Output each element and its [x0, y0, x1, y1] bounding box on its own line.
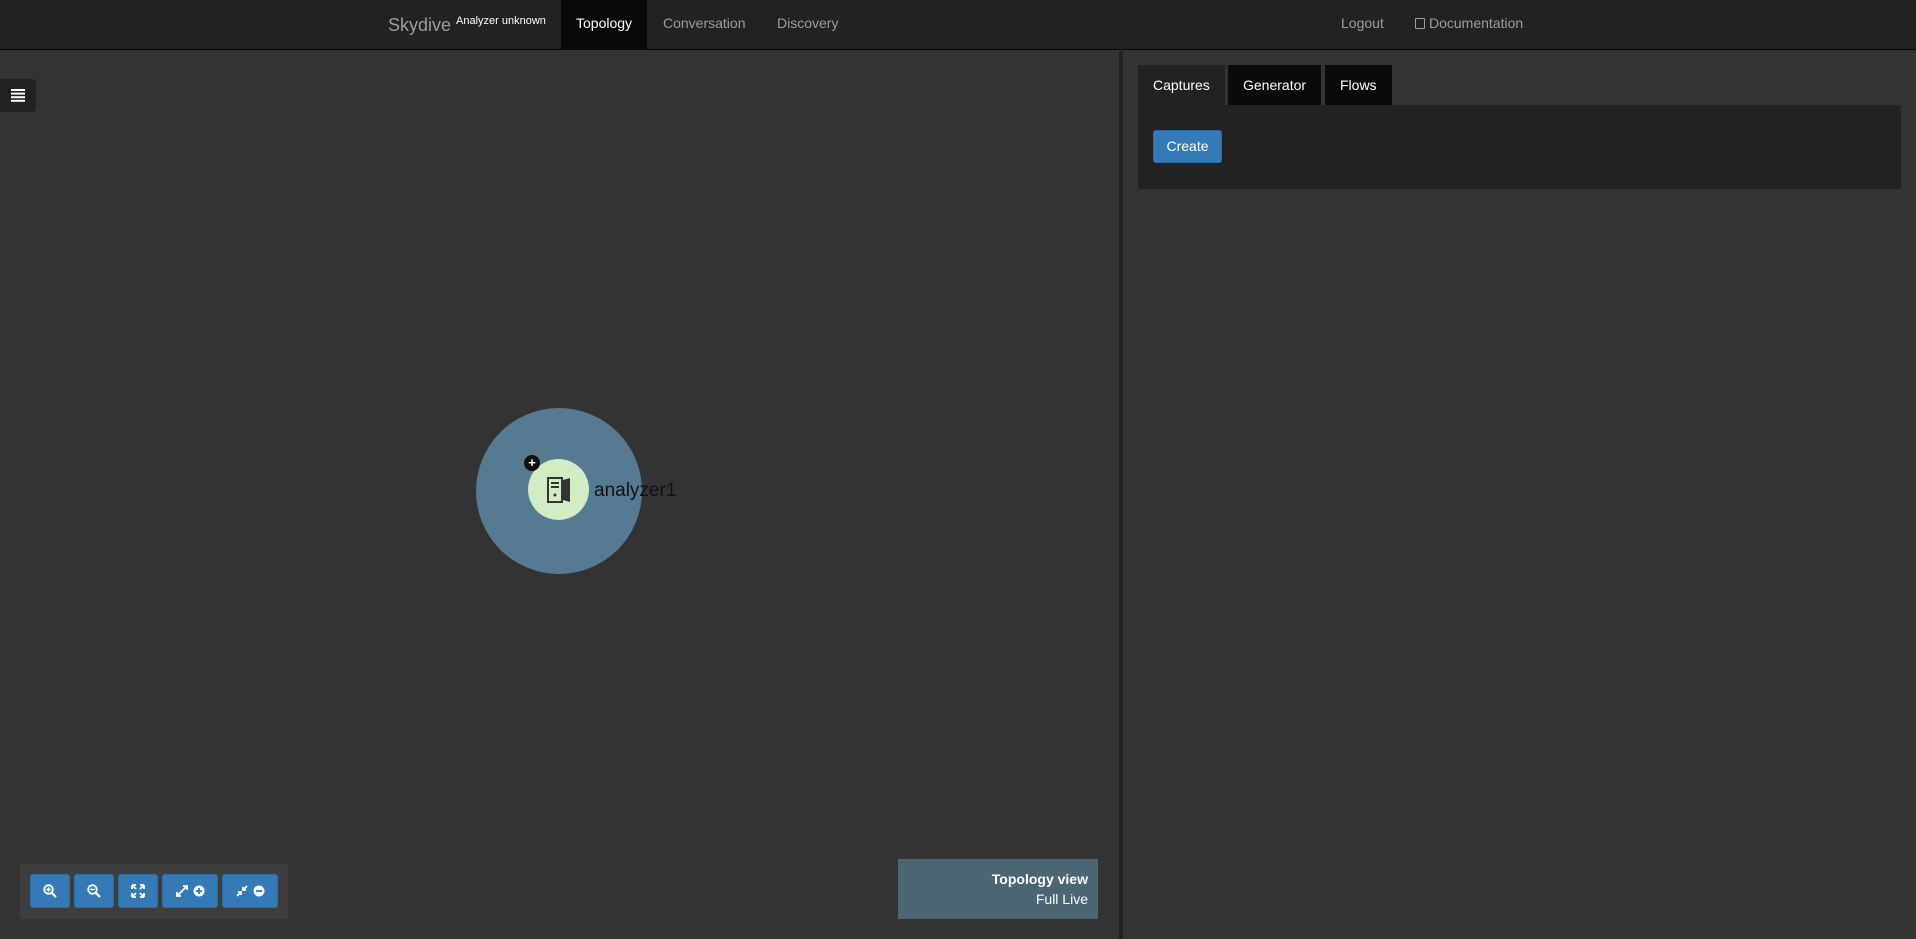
zoom-out-icon — [87, 884, 101, 898]
documentation-link[interactable]: Documentation — [1400, 0, 1538, 50]
brand-name: Skydive — [388, 14, 452, 35]
view-title: Topology view — [991, 871, 1088, 887]
minus-circle-icon — [253, 885, 265, 897]
expand-all-button[interactable] — [162, 874, 218, 908]
plus-circle-icon — [193, 885, 205, 897]
brand[interactable]: Skydive Analyzer unknown — [388, 0, 546, 50]
tab-flows[interactable]: Flows — [1325, 65, 1392, 105]
server-icon — [546, 476, 570, 503]
create-capture-button[interactable]: Create — [1153, 130, 1222, 163]
topology-view-info: Topology view Full Live — [898, 859, 1098, 919]
zoom-out-button[interactable] — [74, 874, 114, 908]
brand-subtitle: Analyzer unknown — [456, 15, 546, 27]
nav-conversation[interactable]: Conversation — [648, 0, 761, 50]
list-icon — [11, 89, 25, 102]
tab-captures[interactable]: Captures — [1138, 65, 1225, 105]
fullscreen-icon — [131, 884, 145, 898]
expand-arrows-icon — [176, 885, 188, 897]
topology-toolbar — [20, 864, 288, 919]
nav-topology[interactable]: Topology — [561, 0, 648, 50]
nav-discovery[interactable]: Discovery — [762, 0, 853, 50]
zoom-fit-button[interactable] — [118, 874, 158, 908]
menu-toggle-button[interactable] — [0, 79, 36, 112]
expand-node-icon[interactable]: + — [524, 455, 540, 471]
logout-link[interactable]: Logout — [1326, 0, 1399, 50]
captures-panel — [1138, 105, 1901, 189]
book-icon — [1415, 18, 1425, 29]
zoom-in-icon — [43, 884, 57, 898]
tab-generator[interactable]: Generator — [1228, 65, 1322, 105]
collapse-all-button[interactable] — [222, 874, 278, 908]
node-label: analyzer1 — [594, 480, 677, 501]
zoom-in-button[interactable] — [30, 874, 70, 908]
documentation-label: Documentation — [1429, 15, 1524, 31]
view-mode: Full Live — [1035, 891, 1088, 907]
collapse-arrows-icon — [236, 885, 248, 897]
top-navbar: Skydive Analyzer unknown Topology Conver… — [0, 0, 1916, 50]
